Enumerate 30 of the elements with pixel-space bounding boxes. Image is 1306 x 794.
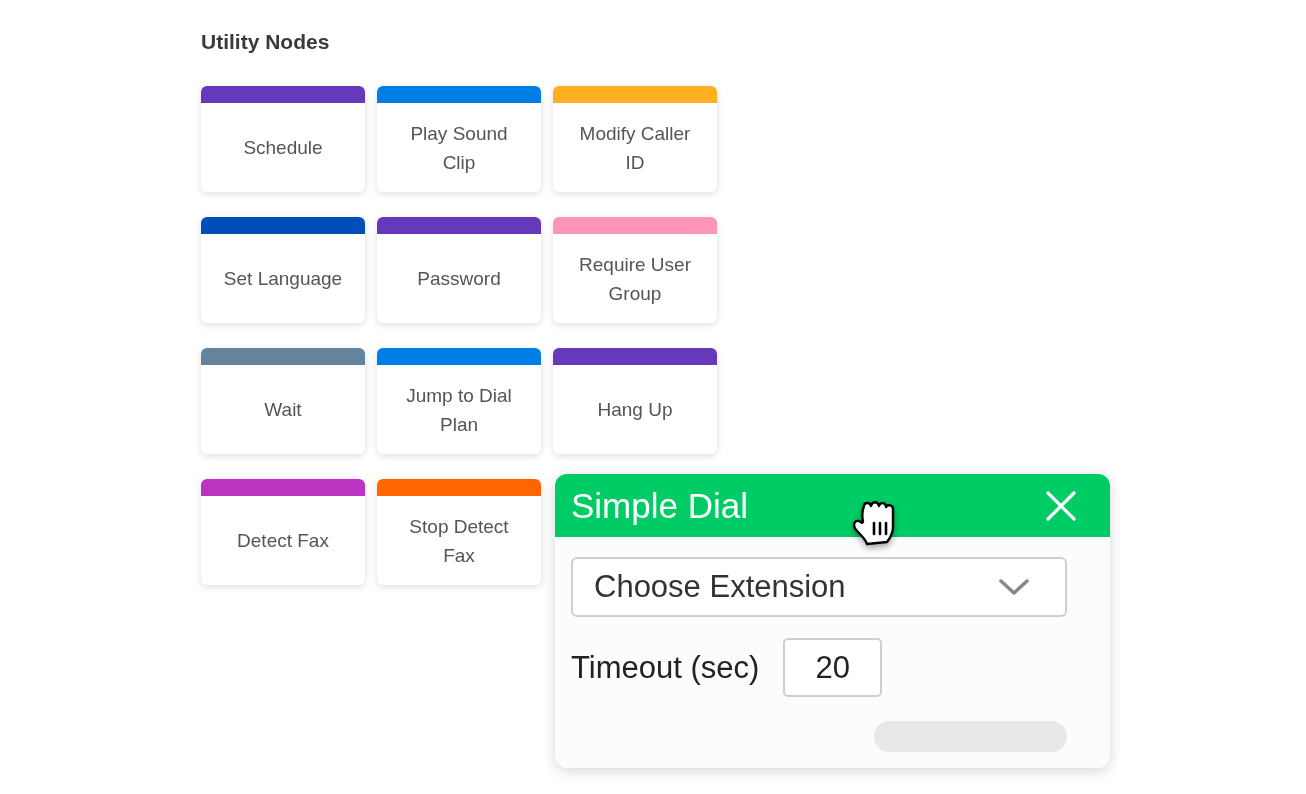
timeout-label: Timeout (sec): [571, 649, 760, 686]
timeout-input[interactable]: 20: [783, 638, 883, 697]
node-card[interactable]: Hang Up: [553, 348, 717, 454]
node-card[interactable]: Detect Fax: [201, 479, 365, 585]
node-card[interactable]: Password: [377, 217, 541, 323]
node-card[interactable]: Jump to Dial Plan: [377, 348, 541, 454]
node-label: Stop Detect Fax: [408, 514, 510, 568]
node-label: Set Language: [223, 267, 343, 291]
node-label: Jump to Dial Plan: [405, 383, 513, 437]
node-card[interactable]: Set Language: [201, 217, 365, 323]
node-label: Detect Fax: [237, 529, 329, 553]
node-card[interactable]: Modify Caller ID: [553, 86, 717, 192]
node-card[interactable]: Require User Group: [553, 217, 717, 323]
node-label: Require User Group: [578, 252, 692, 306]
node-label: Modify Caller ID: [578, 121, 692, 175]
node-card[interactable]: Stop Detect Fax: [377, 479, 541, 585]
close-button[interactable]: [1046, 490, 1076, 521]
chevron-down-icon: [999, 578, 1029, 596]
node-label: Schedule: [243, 136, 323, 160]
close-icon: [1046, 490, 1076, 521]
node-label: Wait: [264, 398, 302, 422]
node-label: Play Sound Clip: [409, 121, 509, 175]
node-card[interactable]: Wait: [201, 348, 365, 454]
node-card[interactable]: Schedule: [201, 86, 365, 192]
node-label: Hang Up: [597, 398, 673, 422]
dialog-title: Simple Dial: [571, 485, 748, 526]
extension-select[interactable]: Choose Extension: [571, 557, 1067, 617]
node-card[interactable]: Play Sound Clip: [377, 86, 541, 192]
section-title: Utility Nodes: [201, 29, 330, 55]
node-label: Password: [417, 267, 501, 291]
